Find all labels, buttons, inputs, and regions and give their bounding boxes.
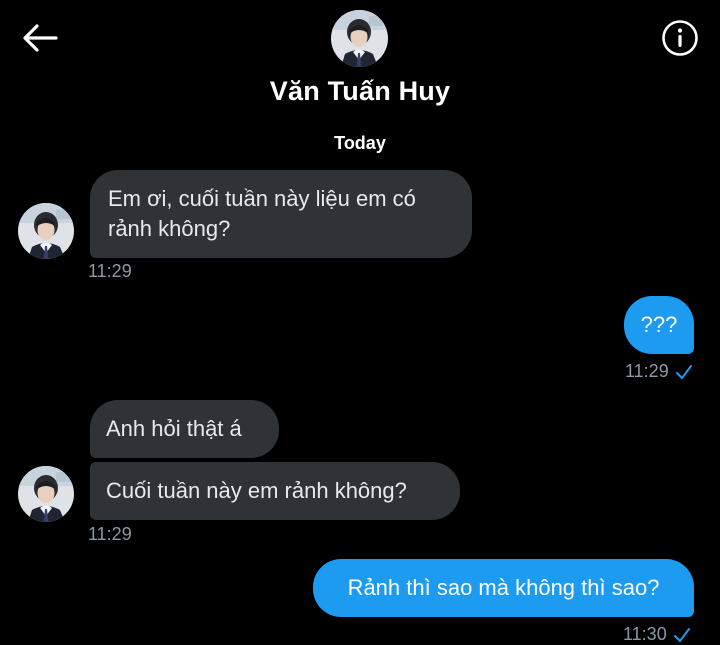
sent-check-icon	[675, 365, 692, 380]
message-text: ???	[640, 312, 678, 337]
contact-avatar[interactable]	[331, 10, 388, 67]
date-separator: Today	[334, 133, 386, 153]
sender-avatar[interactable]	[18, 203, 74, 259]
message-timestamp: 11:29	[88, 524, 132, 544]
message-text: Cuối tuần này em rảnh không?	[106, 478, 407, 503]
message-text: Rảnh thì sao mà không thì sao?	[347, 575, 660, 600]
incoming-message-bubble[interactable]: Cuối tuần này em rảnh không?	[90, 462, 460, 520]
conversation-header: Văn Tuấn Huy	[0, 0, 720, 120]
message-timestamp: 11:29	[625, 361, 669, 381]
message-timestamp: 11:30	[623, 624, 667, 644]
info-icon	[662, 20, 698, 56]
incoming-message-bubble[interactable]: Em ơi, cuối tuần này liệu em có rảnh khô…	[90, 170, 472, 258]
outgoing-message-bubble[interactable]: ???	[624, 296, 694, 354]
message-timestamp-row: 11:30	[623, 624, 691, 645]
back-button[interactable]	[18, 18, 62, 58]
message-text: Anh hỏi thật á	[106, 416, 242, 441]
outgoing-message-bubble[interactable]: Rảnh thì sao mà không thì sao?	[313, 559, 694, 617]
contact-name[interactable]: Văn Tuấn Huy	[0, 76, 720, 107]
conversation-info-button[interactable]	[658, 16, 702, 60]
sender-avatar[interactable]	[18, 466, 74, 522]
message-timestamp-row: 11:29	[625, 361, 693, 382]
back-arrow-icon	[23, 24, 58, 52]
message-timestamp: 11:29	[88, 261, 132, 281]
incoming-message-bubble[interactable]: Anh hỏi thật á	[90, 400, 279, 458]
message-text: Em ơi, cuối tuần này liệu em có rảnh khô…	[108, 186, 416, 241]
